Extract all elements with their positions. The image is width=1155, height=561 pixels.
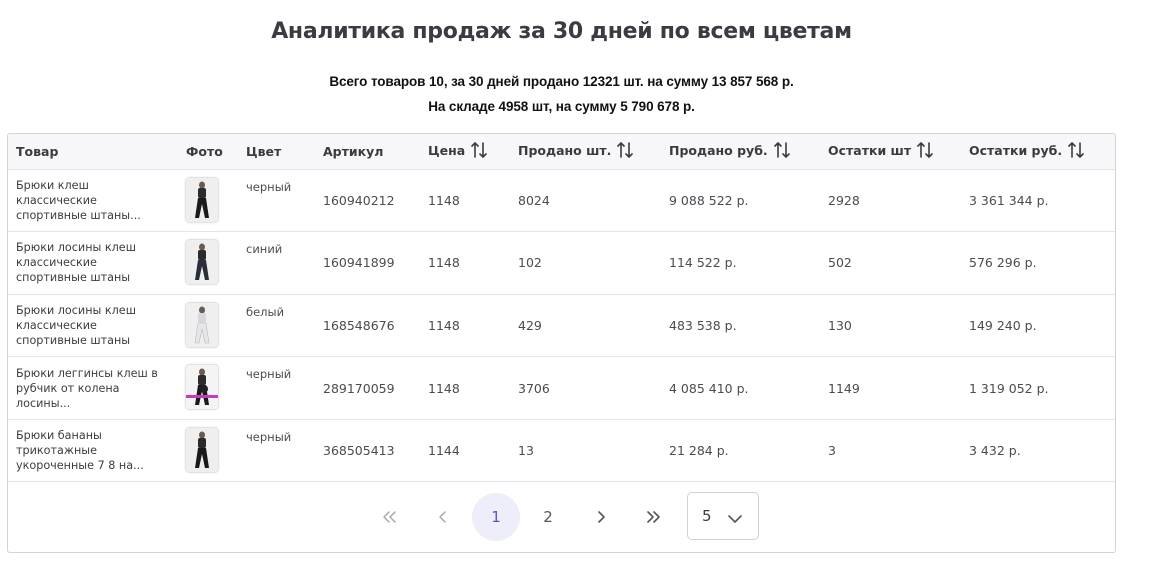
header-stock-qty[interactable]: Остатки шт	[820, 134, 961, 170]
product-name: Брюки лосины клеш классические спортивны…	[16, 241, 136, 285]
product-photo[interactable]	[178, 294, 238, 357]
stock-qty: 502	[828, 255, 852, 271]
chevron-right-icon	[596, 511, 606, 523]
sales-table-container: Товар Фото Цвет Артикул Цена Продано шт.…	[7, 133, 1116, 553]
next-page-button[interactable]	[577, 493, 625, 541]
sold-qty: 102	[518, 255, 542, 271]
page-1-button[interactable]: 1	[472, 493, 520, 541]
summary-stock-line: На складе 4958 шт, на сумму 5 790 678 р.	[428, 99, 695, 114]
product-name: Брюки бананы трикотажные укороченные 7 8…	[16, 429, 144, 473]
product-price: 1148	[428, 317, 460, 333]
sort-icon[interactable]	[617, 141, 634, 162]
header-stock-qty-label: Остатки шт	[828, 142, 912, 158]
sold-rub: 21 284 р.	[669, 443, 729, 459]
product-thumbnail[interactable]	[186, 240, 218, 285]
product-color: черный	[246, 367, 292, 382]
sold-qty: 429	[518, 317, 542, 333]
sales-table: Товар Фото Цвет Артикул Цена Продано шт.…	[8, 134, 1115, 482]
product-price: 1144	[428, 443, 460, 459]
page-title: Аналитика продаж за 30 дней по всем цвет…	[271, 19, 852, 44]
header-sold-rub[interactable]: Продано руб.	[661, 134, 820, 170]
product-thumbnail[interactable]	[186, 177, 218, 222]
product-color: белый	[246, 304, 285, 319]
header-color: Цвет	[238, 134, 315, 170]
prev-page-button[interactable]	[419, 493, 467, 541]
header-article: Артикул	[315, 134, 420, 170]
sort-icon[interactable]	[773, 141, 790, 162]
stock-rub: 149 240 р.	[969, 317, 1037, 333]
product-photo[interactable]	[178, 169, 238, 232]
header-stock-rub[interactable]: Остатки руб.	[961, 134, 1115, 170]
header-product: Товар	[8, 134, 178, 170]
stock-qty: 2928	[828, 192, 860, 208]
product-thumbnail[interactable]	[186, 365, 218, 410]
sales-summary: Всего товаров 10, за 30 дней продано 123…	[0, 69, 1123, 119]
table-row: Брюки лосины клеш классические спортивны…	[8, 294, 1115, 357]
sold-rub: 4 085 410 р.	[669, 380, 749, 396]
double-chevron-right-icon	[645, 511, 661, 523]
header-stock-rub-label: Остатки руб.	[969, 142, 1063, 158]
product-article: 368505413	[323, 443, 395, 459]
summary-sales-line: Всего товаров 10, за 30 дней продано 123…	[329, 74, 794, 89]
header-price-label: Цена	[428, 142, 466, 158]
product-photo[interactable]	[178, 232, 238, 295]
product-thumbnail[interactable]	[186, 427, 218, 472]
per-page-value: 5	[702, 507, 712, 525]
sold-rub: 483 538 р.	[669, 317, 737, 333]
product-name: Брюки клеш классические спортивные штаны…	[16, 178, 141, 222]
product-article: 168548676	[323, 317, 395, 333]
sold-rub: 9 088 522 р.	[669, 192, 749, 208]
table-row: Брюки леггинсы клеш в рубчик от колена л…	[8, 357, 1115, 420]
stock-qty: 3	[828, 443, 836, 459]
product-price: 1148	[428, 255, 460, 271]
stock-rub: 1 319 052 р.	[969, 380, 1049, 396]
sold-qty: 3706	[518, 380, 550, 396]
stock-qty: 1149	[828, 380, 860, 396]
chevron-left-icon	[438, 511, 448, 523]
table-row: Брюки бананы трикотажные укороченные 7 8…	[8, 419, 1115, 482]
product-name: Брюки леггинсы клеш в рубчик от колена л…	[16, 366, 158, 410]
sort-icon[interactable]	[1068, 141, 1084, 162]
product-color: черный	[246, 429, 292, 444]
sold-rub: 114 522 р.	[669, 255, 737, 271]
product-name: Брюки лосины клеш классические спортивны…	[16, 303, 136, 347]
product-article: 160941899	[323, 255, 395, 271]
sold-qty: 13	[518, 443, 534, 459]
stock-qty: 130	[828, 317, 852, 333]
sort-icon[interactable]	[471, 141, 487, 162]
header-photo: Фото	[178, 134, 238, 170]
header-sold-qty[interactable]: Продано шт.	[510, 134, 661, 170]
stock-rub: 3 361 344 р.	[969, 192, 1049, 208]
last-page-button[interactable]	[629, 493, 677, 541]
table-header-row: Товар Фото Цвет Артикул Цена Продано шт.…	[8, 134, 1115, 170]
sold-qty: 8024	[518, 192, 550, 208]
header-price[interactable]: Цена	[420, 134, 510, 170]
product-price: 1148	[428, 192, 460, 208]
header-sold-rub-label: Продано руб.	[669, 142, 768, 158]
product-article: 160940212	[323, 192, 395, 208]
table-row: Брюки лосины клеш классические спортивны…	[8, 232, 1115, 295]
pagination: 1 2 5	[8, 481, 1115, 552]
product-thumbnail[interactable]	[186, 302, 218, 347]
product-color: черный	[246, 179, 292, 194]
chevron-down-icon	[728, 510, 742, 528]
product-price: 1148	[428, 380, 460, 396]
product-color: синий	[246, 242, 283, 257]
stock-rub: 3 432 р.	[969, 443, 1021, 459]
page-2-button[interactable]: 2	[524, 493, 572, 541]
table-row: Брюки клеш классические спортивные штаны…	[8, 169, 1115, 232]
product-article: 289170059	[323, 380, 395, 396]
product-photo[interactable]	[178, 357, 238, 420]
double-chevron-left-icon	[382, 511, 398, 523]
per-page-select[interactable]: 5	[687, 492, 759, 540]
product-photo[interactable]	[178, 419, 238, 482]
sort-icon[interactable]	[917, 141, 933, 162]
stock-rub: 576 296 р.	[969, 255, 1037, 271]
header-sold-qty-label: Продано шт.	[518, 142, 612, 158]
first-page-button[interactable]	[366, 493, 414, 541]
